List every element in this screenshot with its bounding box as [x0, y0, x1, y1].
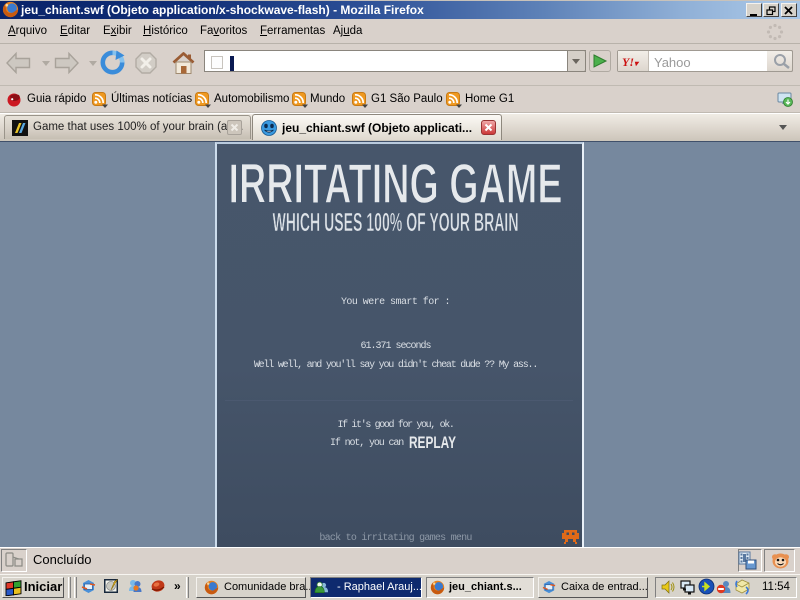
svg-text:REPLAY: REPLAY: [409, 434, 456, 452]
svg-text:WHICH USES 100% OF YOUR BRAIN: WHICH USES 100% OF YOUR BRAIN: [273, 207, 519, 237]
